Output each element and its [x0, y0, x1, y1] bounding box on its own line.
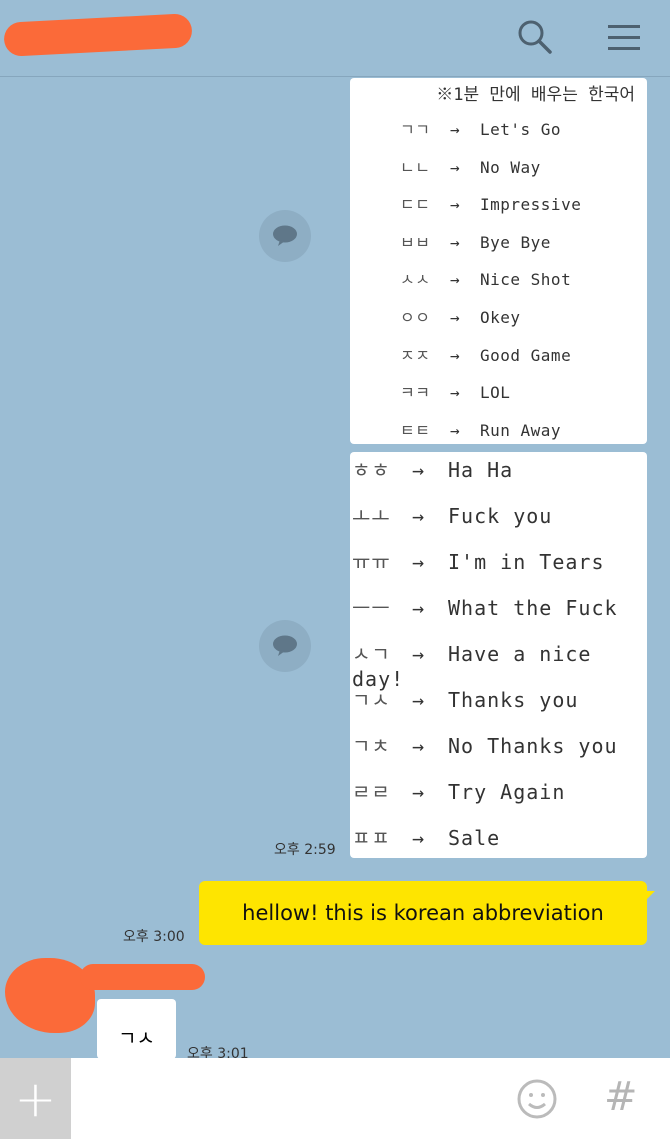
korean-abbr: ㅋㅋ [400, 383, 431, 403]
meaning: Ha Ha [448, 458, 514, 482]
meaning: Impressive [480, 195, 582, 215]
abbreviation-row: ㅎㅎ → Ha Ha [352, 454, 513, 483]
meaning: Try Again [448, 780, 566, 804]
meaning: Thanks you [448, 688, 579, 712]
abbreviation-row: ㅈㅈ → Good Game [400, 342, 571, 366]
share-button[interactable] [259, 620, 311, 672]
korean-abbr: ㅎㅎ [352, 458, 391, 482]
korean-abbr: ㅂㅂ [400, 232, 431, 252]
abbreviation-row: ㅡㅡ → What the Fuck [352, 592, 618, 621]
meaning: Okey [480, 308, 521, 327]
korean-abbr: ㅅㄱ [352, 642, 391, 666]
plus-button[interactable]: + [0, 1058, 71, 1139]
hashtag-button[interactable]: # [604, 1074, 638, 1120]
korean-abbr: ㅗㅗ [352, 504, 391, 528]
meaning: LOL [480, 383, 511, 403]
arrow-icon: → [450, 345, 461, 365]
arrow-icon: → [412, 734, 426, 758]
image-message-1[interactable]: ※1분 만에 배우는 한국어 ㄱㄱ → Let's Go ㄴㄴ → No Way ㄷㄷ → Im… [350, 78, 647, 444]
abbreviation-row: ㄷㄷ → Impressive [400, 191, 581, 215]
menu-icon[interactable] [602, 14, 648, 60]
message-time: 오후 3:00 [123, 929, 185, 945]
abbreviation-row: ㅂㅂ → Bye Bye [400, 229, 551, 253]
korean-abbr: ㅡㅡ [352, 596, 391, 620]
korean-abbr: ㅌㅌ [400, 420, 431, 440]
speech-bubble-icon [273, 225, 297, 246]
arrow-icon: → [412, 642, 426, 666]
meaning: No Thanks you [448, 734, 618, 758]
korean-abbr: ㅅㅅ [400, 270, 431, 290]
their-message-bubble[interactable]: ㄱㅅ [97, 999, 176, 1059]
korean-abbr: ㄱㄱ [400, 120, 431, 139]
korean-abbr: ㄹㄹ [352, 780, 391, 804]
abbreviation-row: ㅠㅠ → I'm in Tears [352, 546, 605, 575]
abbreviation-row: ㄱㅊ → No Thanks you [352, 730, 618, 759]
arrow-icon: → [450, 232, 461, 252]
meaning: I'm in Tears [448, 550, 605, 574]
arrow-icon: → [412, 826, 426, 850]
meaning: Fuck you [448, 504, 553, 528]
abbreviation-row: ㅅㅅ → Nice Shot [400, 266, 571, 290]
abbreviation-row: ㄱㅅ → Thanks you [352, 684, 578, 713]
arrow-icon: → [412, 458, 426, 482]
message-time: 오후 2:59 [274, 842, 336, 858]
abbreviation-row: ㄱㄱ → Let's Go [400, 116, 561, 140]
speech-bubble-icon [273, 635, 297, 656]
search-icon[interactable] [512, 14, 558, 60]
abbreviation-row: ㅇㅇ → Okey [400, 304, 521, 328]
korean-abbr: ㄱㅊ [352, 734, 391, 758]
abbreviation-row: ㅍㅍ → Sale [352, 822, 500, 851]
chat-header [0, 0, 670, 77]
arrow-icon: → [450, 383, 461, 403]
message-input[interactable] [80, 1068, 500, 1128]
abbreviation-row: ㅋㅋ → LOL [400, 379, 510, 403]
abbreviation-row: ㄴㄴ → No Way [400, 154, 541, 178]
korean-abbr: ㅠㅠ [352, 550, 391, 574]
arrow-icon: → [450, 270, 461, 290]
arrow-icon: → [450, 120, 461, 139]
arrow-icon: → [450, 308, 461, 327]
korean-abbr: ㄱㅅ [352, 688, 391, 712]
abbreviation-row: ㅗㅗ → Fuck you [352, 500, 552, 529]
korean-abbr: ㅍㅍ [352, 826, 391, 850]
image-message-2[interactable]: ㅎㅎ → Ha Ha ㅗㅗ → Fuck you ㅠㅠ → I'm in Tears ㅡㅡ → Wha… [350, 452, 647, 858]
card-title: ※1분 만에 배우는 한국어 [436, 85, 635, 105]
input-bar: + # [0, 1058, 670, 1139]
arrow-icon: → [450, 157, 461, 177]
meaning: Let's Go [480, 120, 562, 139]
abbreviation-row: ㅌㅌ → Run Away [400, 417, 561, 441]
korean-abbr: ㅇㅇ [400, 308, 431, 327]
korean-abbr: ㅈㅈ [400, 345, 431, 365]
arrow-icon: → [412, 550, 426, 574]
meaning: What the Fuck [448, 596, 618, 620]
redacted-chat-title [3, 13, 193, 57]
meaning: Nice Shot [480, 270, 572, 290]
meaning: Good Game [480, 345, 572, 365]
my-message-bubble[interactable]: hellow! this is korean abbreviation [199, 881, 655, 945]
arrow-icon: → [412, 596, 426, 620]
meaning: No Way [480, 157, 541, 177]
arrow-icon: → [412, 688, 426, 712]
arrow-icon: → [450, 195, 461, 215]
meaning: Run Away [480, 420, 562, 440]
share-button[interactable] [259, 210, 311, 262]
emoji-icon[interactable] [514, 1076, 560, 1122]
korean-abbr: ㄴㄴ [400, 157, 431, 177]
redacted-sender-name [80, 964, 205, 990]
arrow-icon: → [450, 420, 461, 440]
abbreviation-row: ㄹㄹ → Try Again [352, 776, 565, 805]
korean-abbr: ㄷㄷ [400, 195, 431, 215]
meaning: Bye Bye [480, 232, 551, 252]
arrow-icon: → [412, 504, 426, 528]
meaning: Sale [448, 826, 501, 850]
arrow-icon: → [412, 780, 426, 804]
